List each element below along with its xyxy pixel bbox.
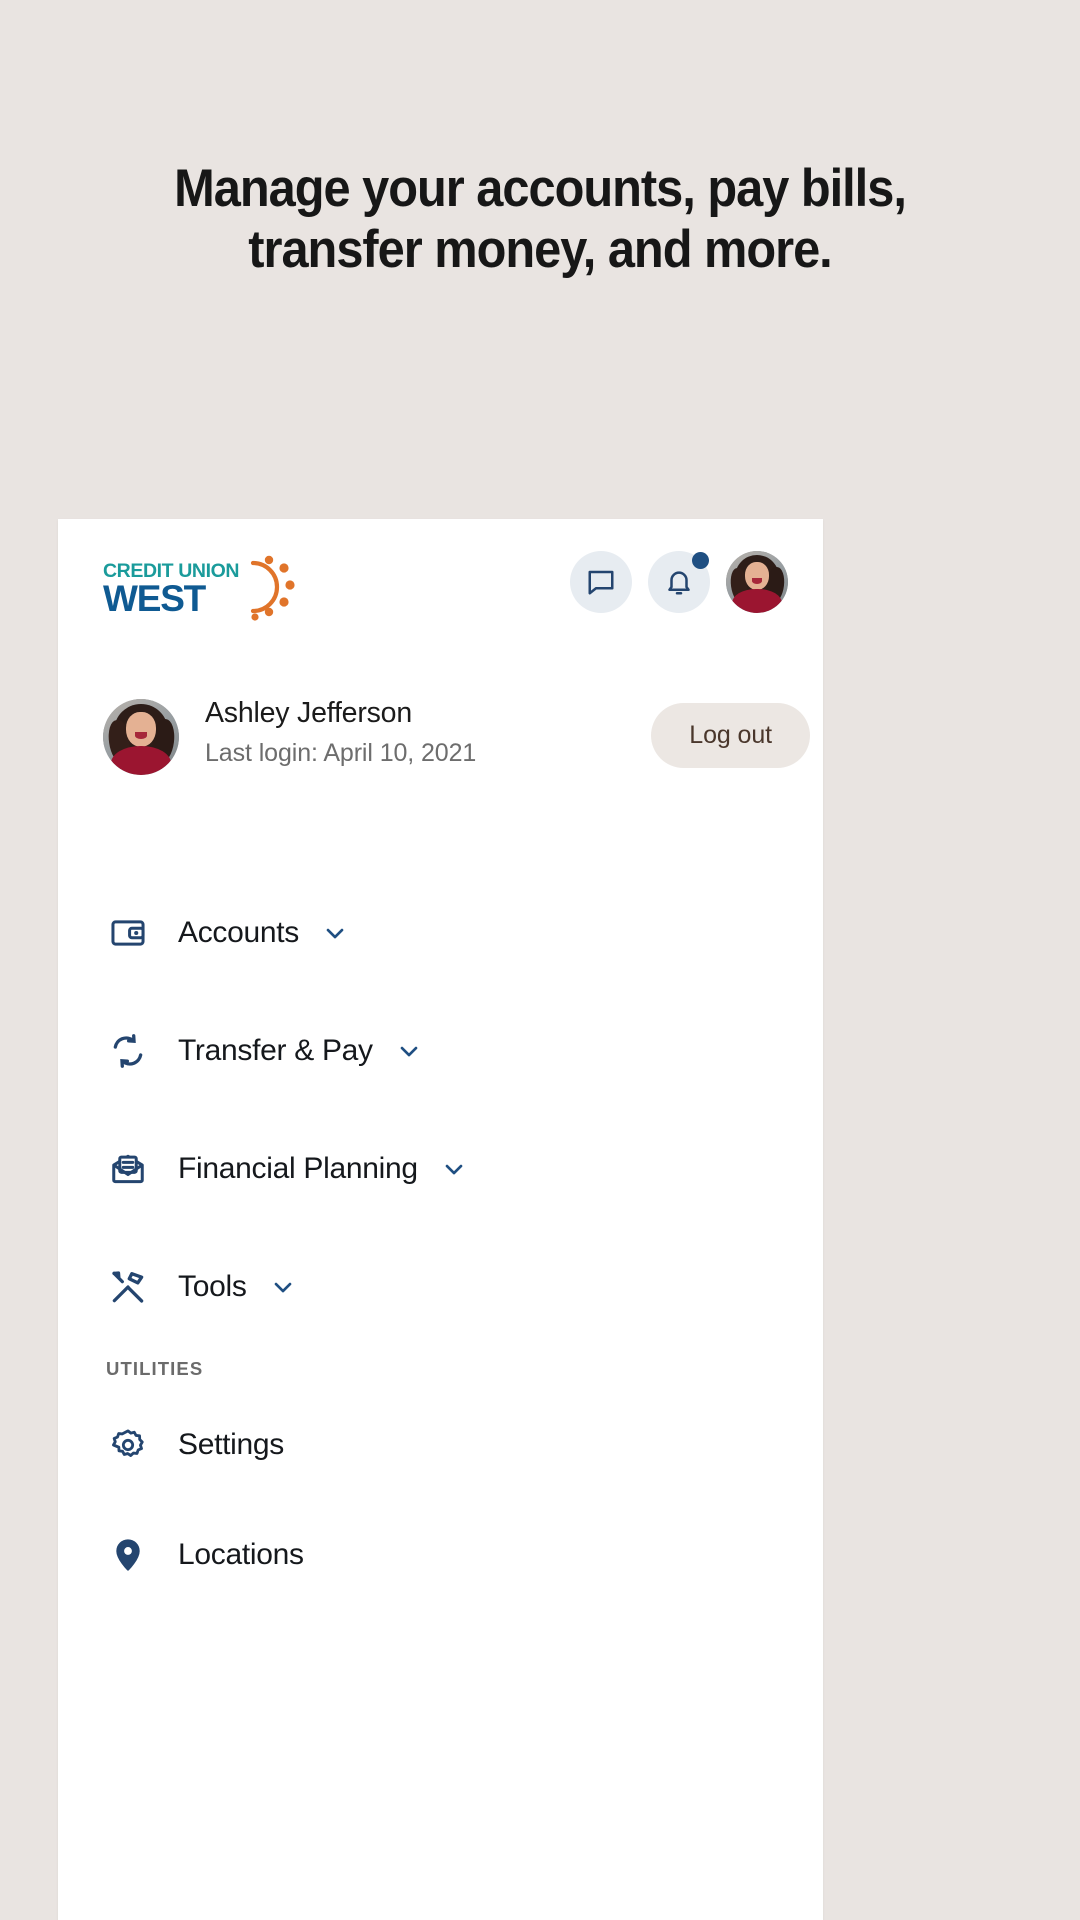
promo-headline-line2: transfer money, and more.	[248, 220, 832, 280]
chevron-down-icon[interactable]	[269, 1273, 297, 1301]
nav-label-accounts: Accounts	[178, 916, 299, 949]
user-name: Ashley Jefferson	[205, 697, 412, 729]
chat-bubble-icon	[588, 570, 614, 595]
hammer-wrench-icon	[106, 1265, 150, 1309]
nav-label-transfer-and-pay: Transfer & Pay	[178, 1034, 373, 1067]
nav-item-transfer-and-pay[interactable]: Transfer & Pay	[58, 992, 823, 1110]
promo-headline: Manage your accounts, pay bills, transfe…	[43, 158, 1037, 281]
bell-icon	[668, 571, 690, 595]
credit-union-west-logo: CREDIT UNION WEST	[103, 555, 303, 625]
user-info: Ashley Jefferson Last login: April 10, 2…	[205, 695, 476, 770]
nav-label-financial-planning: Financial Planning	[178, 1152, 418, 1185]
notifications-button[interactable]	[648, 551, 710, 613]
logo-bottom-text: WEST	[103, 578, 207, 619]
sun-burst-icon	[250, 560, 280, 614]
nav-label-locations: Locations	[178, 1538, 304, 1571]
nav-item-settings[interactable]: Settings	[58, 1390, 823, 1500]
nav-item-financial-planning[interactable]: Financial Planning	[58, 1110, 823, 1228]
nav-item-locations[interactable]: Locations	[58, 1500, 823, 1610]
app-header-actions	[570, 551, 788, 613]
user-photo-avatar	[726, 551, 788, 613]
header-avatar[interactable]	[726, 551, 788, 613]
user-last-login: Last login: April 10, 2021	[205, 738, 477, 767]
messages-button[interactable]	[570, 551, 632, 613]
avatar[interactable]	[103, 699, 179, 775]
nav-label-tools: Tools	[178, 1270, 247, 1303]
nav-label-settings: Settings	[178, 1428, 284, 1461]
user-profile-row: Ashley Jefferson Last login: April 10, 2…	[58, 695, 823, 800]
app-store-screenshot: Manage your accounts, pay bills, transfe…	[0, 0, 1080, 1920]
notification-badge-dot	[692, 552, 709, 569]
wallet-icon	[106, 911, 150, 955]
log-out-button[interactable]: Log out	[651, 703, 810, 768]
map-pin-icon	[106, 1533, 150, 1577]
main-navigation: Accounts Transfer & Pay Financial Planni…	[58, 874, 823, 1610]
app-screen-card: CREDIT UNION WEST Ashley Jefferson Last …	[58, 519, 823, 1920]
chevron-down-icon[interactable]	[395, 1037, 423, 1065]
user-photo-avatar-large	[103, 699, 179, 775]
chevron-down-icon[interactable]	[321, 919, 349, 947]
nav-item-accounts[interactable]: Accounts	[58, 874, 823, 992]
chevron-down-icon[interactable]	[440, 1155, 468, 1183]
nav-item-tools[interactable]: Tools	[58, 1228, 823, 1346]
envelope-doc-icon	[106, 1147, 150, 1191]
app-header: CREDIT UNION WEST	[58, 519, 823, 679]
sync-arrows-icon	[106, 1029, 150, 1073]
utilities-section-label: UTILITIES	[106, 1358, 204, 1379]
promo-headline-line1: Manage your accounts, pay bills,	[174, 159, 907, 218]
gear-icon	[106, 1423, 150, 1467]
